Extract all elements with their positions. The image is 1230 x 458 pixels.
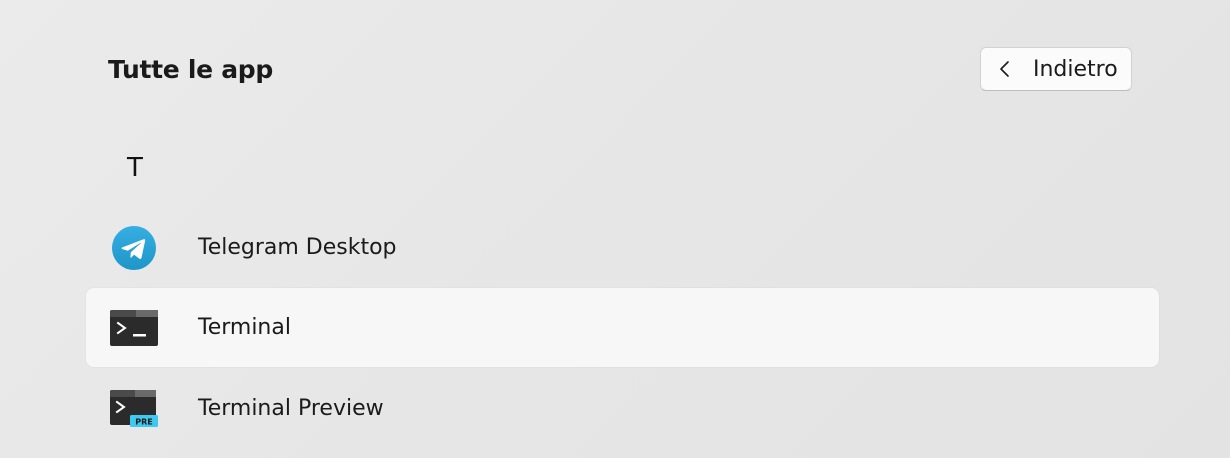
telegram-icon bbox=[112, 226, 156, 270]
app-item-terminal[interactable]: Terminal bbox=[86, 288, 1159, 367]
app-item-terminal-preview[interactable]: PRE Terminal Preview bbox=[86, 369, 1159, 448]
terminal-icon bbox=[110, 310, 158, 346]
chevron-left-icon bbox=[1000, 61, 1009, 77]
back-button-label: Indietro bbox=[1033, 57, 1118, 82]
app-item-telegram-desktop[interactable]: Telegram Desktop bbox=[86, 208, 1159, 287]
preview-badge: PRE bbox=[135, 418, 153, 427]
back-button[interactable]: Indietro bbox=[980, 47, 1132, 91]
terminal-preview-icon: PRE bbox=[110, 390, 158, 427]
app-item-label: Terminal bbox=[198, 315, 291, 340]
app-item-label: Terminal Preview bbox=[198, 396, 384, 421]
section-letter-header[interactable]: T bbox=[127, 152, 143, 184]
app-item-label: Telegram Desktop bbox=[198, 235, 397, 260]
page-title: Tutte le app bbox=[108, 55, 273, 84]
